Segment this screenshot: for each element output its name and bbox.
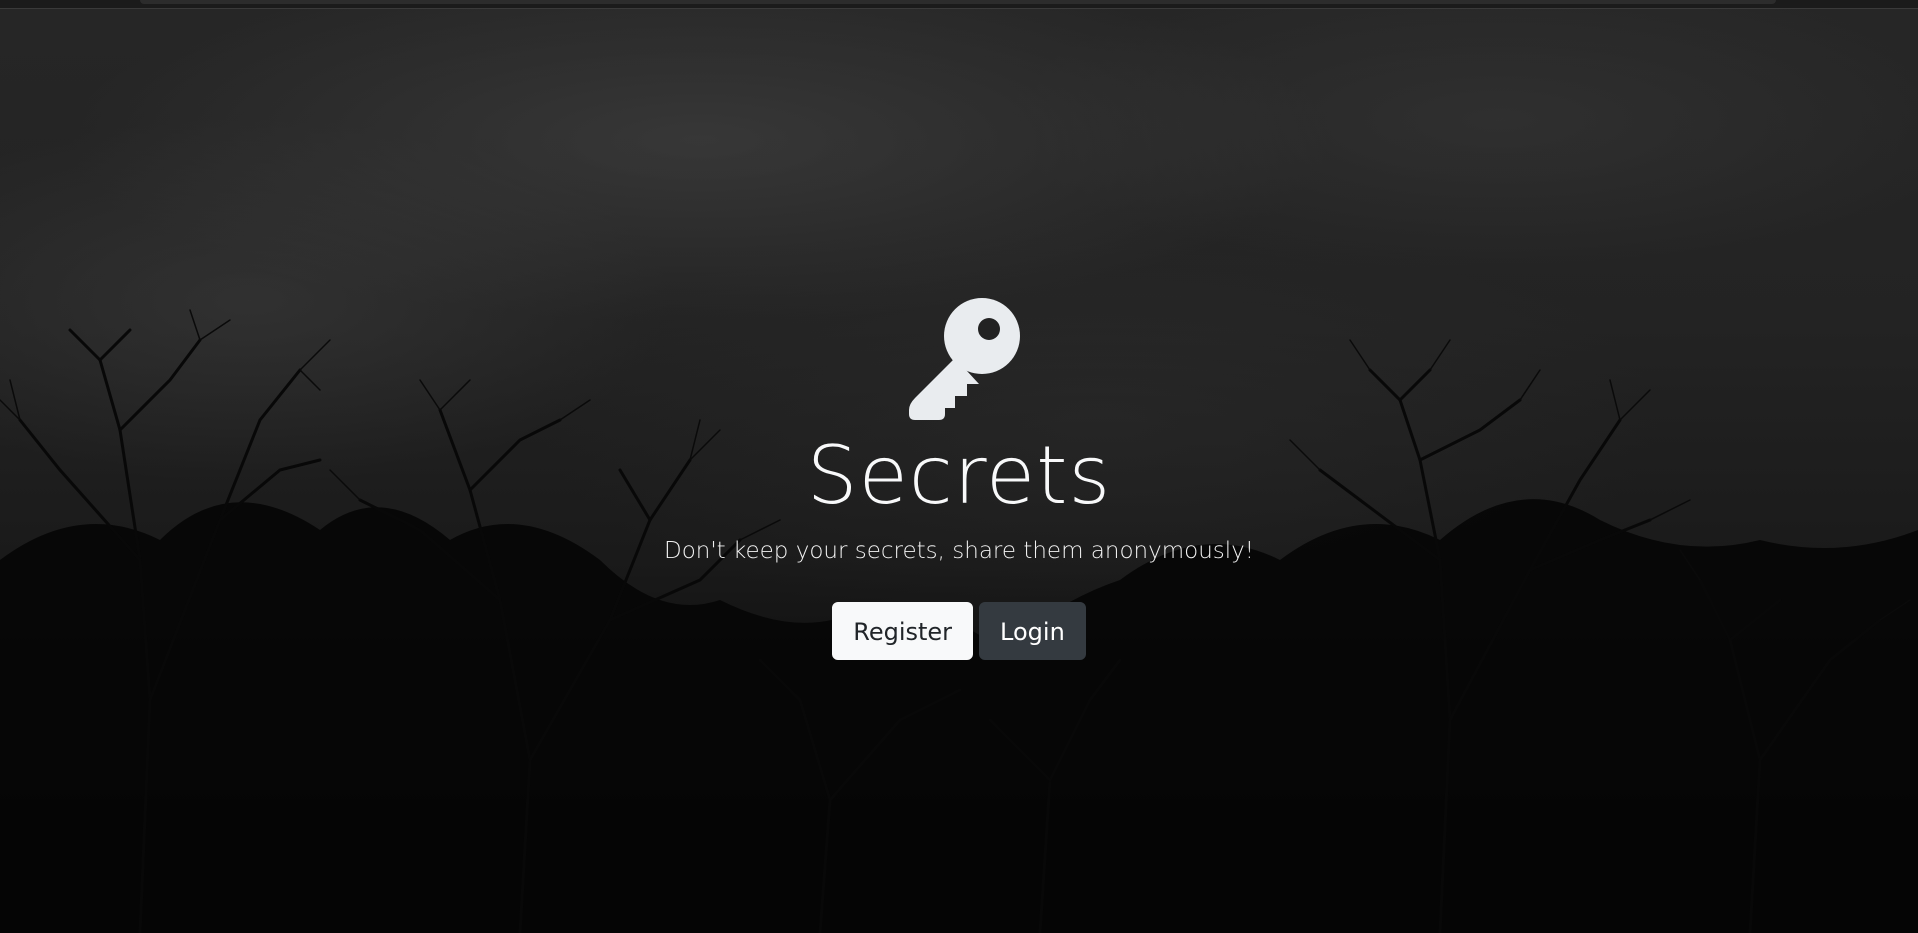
key-icon xyxy=(909,298,1020,420)
register-button[interactable]: Register xyxy=(832,602,974,660)
hero-section: Secrets Don't keep your secrets, share t… xyxy=(0,296,1918,660)
auth-buttons: Register Login xyxy=(832,602,1086,660)
page-title: Secrets xyxy=(806,429,1112,522)
page-background: Secrets Don't keep your secrets, share t… xyxy=(0,0,1918,933)
page-subtitle: Don't keep your secrets, share them anon… xyxy=(664,538,1254,564)
login-button[interactable]: Login xyxy=(979,602,1086,660)
